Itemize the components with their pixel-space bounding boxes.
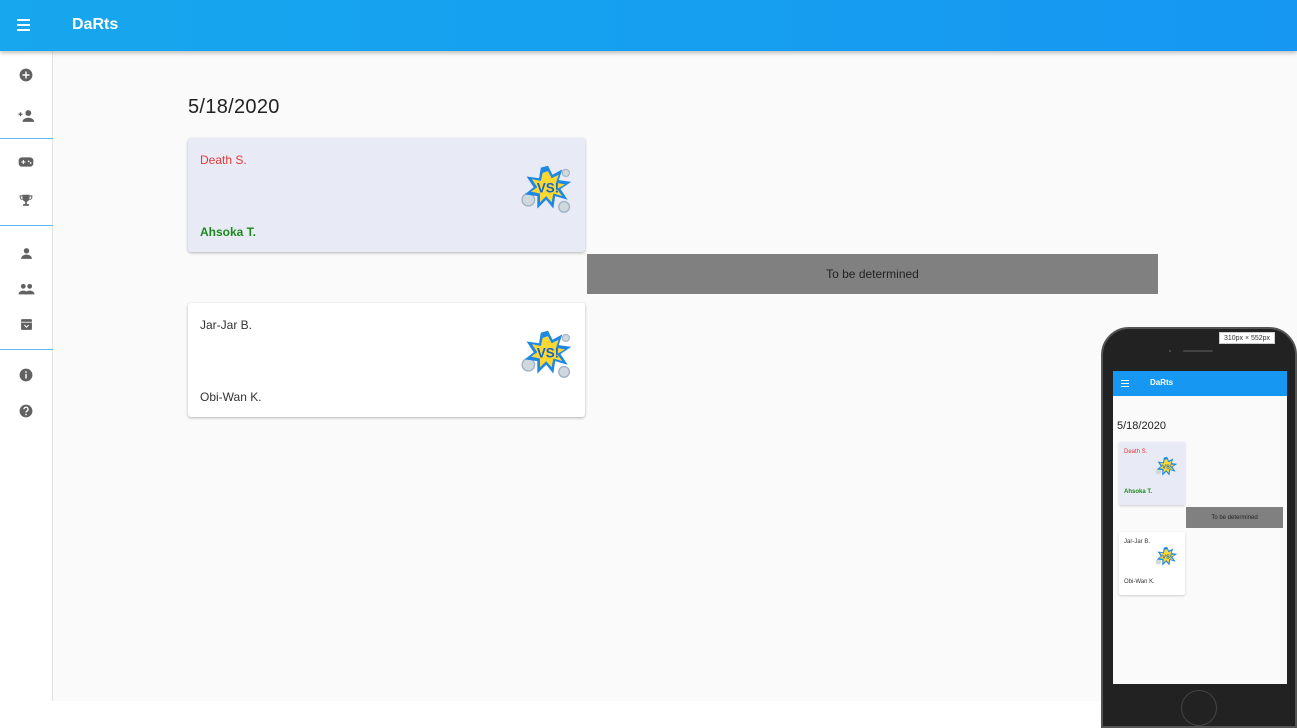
svg-text:VS!: VS!	[1162, 555, 1172, 561]
person-icon	[20, 247, 32, 259]
about-button[interactable]	[12, 361, 40, 389]
sidebar-divider	[0, 349, 53, 350]
sidebar	[0, 51, 53, 701]
page-title: 5/18/2020	[188, 96, 280, 118]
add-game-button[interactable]	[12, 61, 40, 89]
sidebar-divider	[0, 138, 53, 139]
player-one-name: Jar-Jar B.	[1124, 539, 1151, 545]
mobile-app-title: DaRts	[1150, 378, 1174, 387]
app-title: DaRts	[72, 16, 119, 33]
help-icon	[19, 404, 33, 418]
next-round-placeholder: To be determined	[587, 254, 1158, 294]
versus-icon: VS!	[1155, 456, 1178, 476]
tournaments-button[interactable]	[12, 186, 40, 214]
versus-icon: VS!	[521, 330, 572, 378]
player-two-name: Ahsoka T.	[1124, 489, 1153, 495]
info-icon	[19, 368, 33, 382]
player-two-name: Obi-Wan K.	[200, 390, 262, 404]
player-one-name: Jar-Jar B.	[200, 318, 253, 332]
archive-icon	[20, 318, 32, 330]
mobile-match-card[interactable]: Jar-Jar B. VS! Obi-Wan K.	[1119, 532, 1185, 595]
sidebar-divider	[0, 225, 53, 226]
trophy-icon	[19, 194, 33, 206]
mobile-match-card[interactable]: Death S. VS! Ahsoka T.	[1119, 442, 1185, 505]
mobile-preview: DaRts 5/18/2020 Death S. VS! Ahsoka T. T…	[1101, 327, 1297, 728]
help-button[interactable]	[12, 397, 40, 425]
player-one-name: Death S.	[1124, 449, 1148, 455]
mobile-app-bar: DaRts	[1113, 371, 1287, 396]
player-two-name: Ahsoka T.	[200, 225, 257, 239]
menu-icon[interactable]	[1121, 379, 1131, 388]
player-one-name: Death S.	[200, 153, 247, 167]
player-button[interactable]	[12, 239, 40, 267]
phone-speaker	[1183, 350, 1213, 352]
phone-camera	[1169, 350, 1171, 352]
phone-home-button	[1181, 690, 1217, 726]
match-card[interactable]: Jar-Jar B. VS! Obi-Wan K.	[188, 303, 585, 417]
add-circle-icon	[19, 68, 33, 82]
gamepad-icon	[18, 157, 34, 167]
menu-icon[interactable]	[14, 14, 36, 36]
games-button[interactable]	[12, 148, 40, 176]
mobile-page-title: 5/18/2020	[1117, 420, 1166, 432]
teams-button[interactable]	[12, 275, 40, 303]
add-player-button[interactable]	[12, 102, 40, 130]
people-icon	[18, 283, 34, 295]
svg-text:VS!: VS!	[537, 346, 559, 361]
archive-button[interactable]	[12, 310, 40, 338]
svg-text:VS!: VS!	[1162, 465, 1172, 471]
add-person-icon	[18, 110, 35, 122]
match-card[interactable]: Death S. VS! Ahsoka T.	[188, 138, 585, 252]
versus-icon: VS!	[521, 165, 572, 213]
mobile-next-round-placeholder: To be determined	[1186, 507, 1283, 528]
app-bar: DaRts	[0, 0, 1297, 51]
svg-text:VS!: VS!	[537, 181, 559, 196]
mobile-screen: DaRts 5/18/2020 Death S. VS! Ahsoka T. T…	[1113, 371, 1287, 684]
versus-icon: VS!	[1155, 546, 1178, 566]
viewport-dimensions-label: 310px × 552px	[1219, 332, 1275, 344]
player-two-name: Obi-Wan K.	[1124, 579, 1155, 585]
